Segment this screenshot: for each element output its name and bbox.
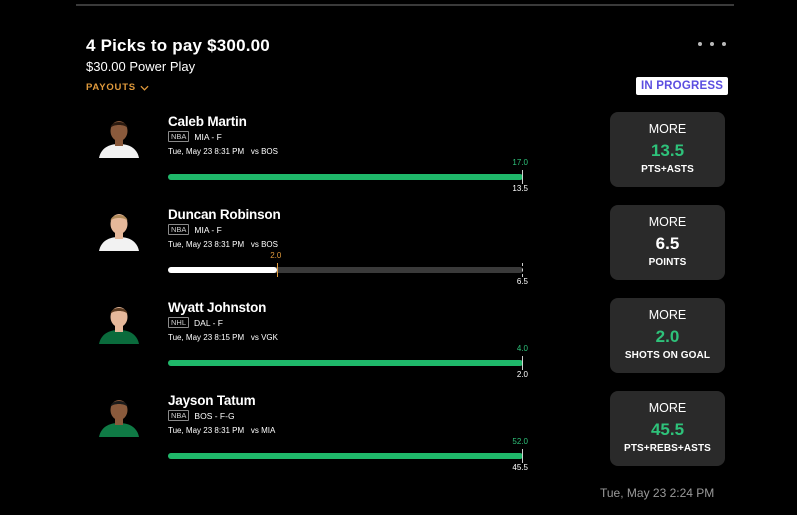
progress-fill <box>168 453 523 459</box>
entry-subtitle: $30.00 Power Play <box>86 59 196 74</box>
payouts-toggle[interactable]: PAYOUTS <box>86 82 149 93</box>
game-info: Tue, May 23 8:31 PM vs MIA <box>168 426 276 435</box>
line-value: 2.0 <box>516 370 528 379</box>
progress-track: 17.0 13.5 <box>168 158 528 193</box>
pick-direction: MORE <box>648 122 687 136</box>
progress-fill <box>168 360 523 366</box>
pick-row: Duncan Robinson NBA MIA - F Tue, May 23 8:3… <box>0 205 797 298</box>
player-meta: NBA BOS - F-G <box>168 410 235 421</box>
projection-card[interactable]: MORE 2.0 SHOTS ON GOAL <box>610 298 725 373</box>
chevron-down-icon <box>140 85 149 91</box>
stat-type: PTS+ASTS <box>641 164 694 175</box>
team-position: MIA - F <box>194 131 222 142</box>
league-badge: NBA <box>168 224 190 235</box>
player-meta: NHL DAL - F <box>168 317 223 328</box>
game-info: Tue, May 23 8:31 PM vs BOS <box>168 240 278 249</box>
pick-row: Wyatt Johnston NHL DAL - F Tue, May 23 8:15… <box>0 298 797 391</box>
team-position: BOS - F-G <box>194 410 235 421</box>
line-value: 6.5 <box>516 277 528 286</box>
current-value: 4.0 <box>516 344 528 353</box>
team-position: MIA - F <box>194 224 222 235</box>
league-badge: NBA <box>168 410 190 421</box>
pick-direction: MORE <box>648 401 687 415</box>
progress-track: 52.0 45.5 <box>168 437 528 472</box>
player-meta: NBA MIA - F <box>168 131 222 142</box>
status-badge: IN PROGRESS <box>636 77 729 95</box>
current-value: 52.0 <box>512 437 528 446</box>
current-marker <box>277 263 279 277</box>
payouts-label: PAYOUTS <box>86 82 136 93</box>
line-value: 13.5 <box>512 184 528 193</box>
projection-value: 13.5 <box>650 141 685 160</box>
line-value: 45.5 <box>512 463 528 472</box>
projection-value: 45.5 <box>650 420 685 439</box>
pick-row: Jayson Tatum NBA BOS - F-G Tue, May 23 8:31… <box>0 391 797 484</box>
progress-track: 2.0 6.5 <box>168 251 528 286</box>
projection-card[interactable]: MORE 6.5 POINTS <box>610 205 725 280</box>
player-avatar <box>99 400 139 437</box>
pick-direction: MORE <box>648 215 687 229</box>
stat-type: POINTS <box>648 257 687 268</box>
player-avatar <box>99 121 139 158</box>
player-meta: NBA MIA - F <box>168 224 222 235</box>
progress-track: 4.0 2.0 <box>168 344 528 379</box>
top-divider <box>76 4 734 6</box>
current-value: 2.0 <box>270 251 282 260</box>
progress-fill <box>168 267 278 273</box>
projection-card[interactable]: MORE 13.5 PTS+ASTS <box>610 112 725 187</box>
projection-card[interactable]: MORE 45.5 PTS+REBS+ASTS <box>610 391 725 466</box>
player-name: Caleb Martin <box>168 114 247 129</box>
more-options-icon[interactable] <box>698 38 726 50</box>
player-avatar <box>99 214 139 251</box>
line-marker <box>522 170 523 184</box>
line-marker <box>522 356 523 370</box>
stat-type: SHOTS ON GOAL <box>624 350 711 361</box>
league-badge: NBA <box>168 131 190 142</box>
game-info: Tue, May 23 8:31 PM vs BOS <box>168 147 278 156</box>
player-name: Wyatt Johnston <box>168 300 267 315</box>
pick-direction: MORE <box>648 308 687 322</box>
projection-value: 6.5 <box>655 234 680 253</box>
league-badge: NHL <box>168 317 190 328</box>
player-name: Duncan Robinson <box>168 207 281 222</box>
game-info: Tue, May 23 8:15 PM vs VGK <box>168 333 278 342</box>
stat-type: PTS+REBS+ASTS <box>624 443 711 454</box>
player-name: Jayson Tatum <box>168 393 256 408</box>
timestamp: Tue, May 23 2:24 PM <box>600 486 715 500</box>
line-marker <box>522 449 523 463</box>
team-position: DAL - F <box>194 317 223 328</box>
pick-row: Caleb Martin NBA MIA - F Tue, May 23 8:31 P… <box>0 112 797 205</box>
line-marker <box>522 263 523 277</box>
entry-title: 4 Picks to pay $300.00 <box>86 36 270 55</box>
current-value: 17.0 <box>512 158 528 167</box>
player-avatar <box>99 307 139 344</box>
projection-value: 2.0 <box>655 327 680 346</box>
progress-fill <box>168 174 523 180</box>
